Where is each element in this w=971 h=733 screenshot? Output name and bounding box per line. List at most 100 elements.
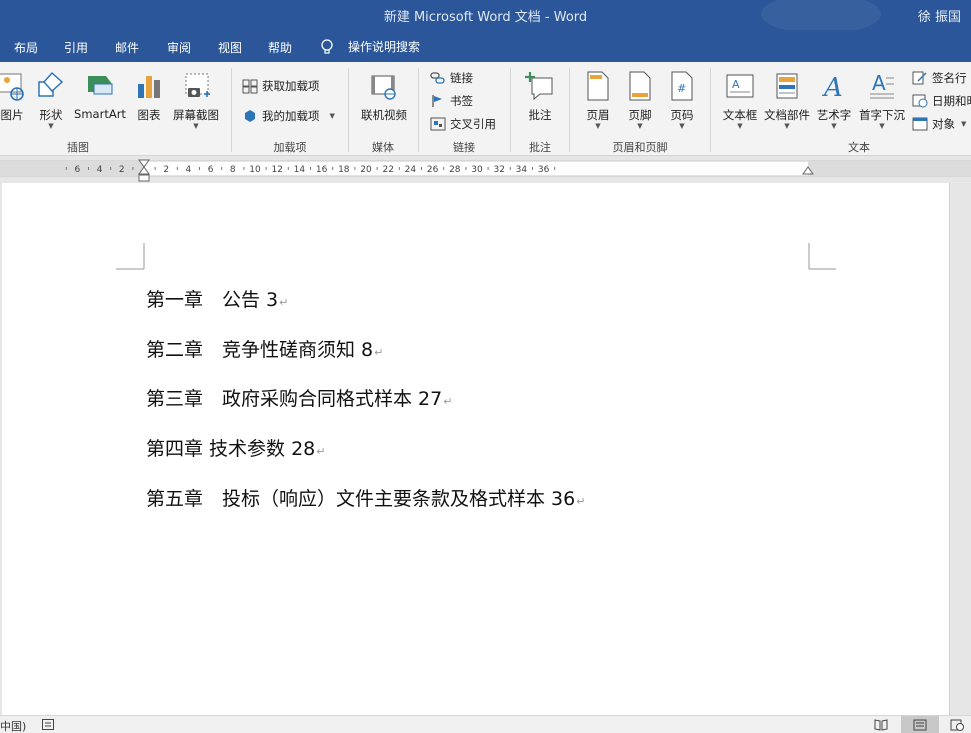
bookmark-label: 书签 — [450, 94, 473, 108]
header-label: 页眉 — [586, 108, 610, 122]
toc-line[interactable]: 第一章 公告 3↵ — [146, 285, 288, 312]
quick-parts-label: 文档部件 — [764, 108, 810, 122]
pictures-label: 图片 — [0, 108, 24, 122]
group-label-addins: 加载项 — [273, 141, 307, 154]
paragraph-mark: ↵ — [443, 395, 453, 408]
ruler-label: 6 — [208, 165, 214, 175]
cross-reference-button[interactable]: 交叉引用 — [430, 116, 496, 132]
print-layout-icon — [913, 719, 927, 731]
wordart-icon: A — [822, 73, 843, 103]
print-layout-view-button[interactable] — [901, 716, 939, 733]
bookmark-button[interactable]: 书签 — [430, 93, 473, 109]
page-number-button[interactable]: # 页码 ▼ — [662, 70, 702, 130]
quick-parts-icon — [776, 73, 798, 99]
header-button[interactable]: 页眉 ▼ — [578, 70, 618, 130]
user-name[interactable]: 徐 振国 — [918, 6, 961, 25]
document-page[interactable]: 第一章 公告 3↵ 第二章 竞争性磋商须知 8↵ 第三章 政府采购合同格式样本 … — [2, 183, 950, 715]
status-bar: 中国) — [0, 715, 971, 733]
chevron-down-icon: ▼ — [595, 122, 601, 130]
page-number-label: 页码 — [670, 108, 694, 122]
group-label-media: 媒体 — [372, 141, 394, 154]
online-video-label: 联机视频 — [361, 108, 407, 122]
shapes-button[interactable]: 形状 ▼ — [34, 70, 68, 130]
pictures-button[interactable]: 图片 — [0, 70, 32, 123]
addin-icon — [245, 110, 255, 122]
object-icon — [912, 117, 928, 131]
quick-parts-button[interactable]: 文档部件 ▼ — [762, 70, 812, 130]
smartart-button[interactable]: SmartArt — [72, 70, 128, 121]
ruler-label: 14 — [294, 165, 306, 175]
tab-view[interactable]: 视图 — [218, 39, 242, 56]
horizontal-ruler[interactable]: 6 4 2 2 4 6 8 10 12 14 16 18 20 22 24 26 28 30 32 34 36 — [0, 157, 971, 183]
macro-record-icon[interactable] — [42, 719, 54, 730]
video-icon — [371, 75, 396, 100]
drop-cap-label: 首字下沉 — [859, 108, 905, 122]
chevron-down-icon: ▼ — [679, 122, 685, 130]
textbox-button[interactable]: A 文本框 ▼ — [720, 70, 760, 130]
chevron-down-icon: ▼ — [784, 122, 790, 130]
get-addins-button[interactable]: 获取加载项 — [242, 78, 320, 94]
group-label-text: 文本 — [848, 141, 870, 154]
drop-cap-icon: A — [870, 71, 894, 99]
ruler-graphic: 6 4 2 2 4 6 8 10 12 14 16 18 20 22 24 26 28 30 32 34 36 — [0, 159, 971, 182]
new-comment-button[interactable]: 批注 — [520, 70, 560, 123]
wordart-button[interactable]: A 艺术字 ▼ — [814, 70, 854, 130]
paragraph-mark: ↵ — [374, 346, 384, 359]
group-label-header-footer: 页眉和页脚 — [612, 141, 668, 154]
svg-text:A: A — [732, 78, 740, 91]
signature-line-button[interactable]: 签名行 — [912, 70, 967, 86]
ruler-label: 4 — [97, 165, 103, 175]
online-video-button[interactable]: 联机视频 — [356, 70, 412, 123]
chevron-down-icon: ▼ — [329, 112, 335, 120]
calendar-clock-icon — [912, 94, 928, 108]
toc-line[interactable]: 第四章 技术参数 28↵ — [146, 434, 325, 461]
web-layout-icon[interactable] — [950, 719, 964, 731]
picture-icon — [0, 73, 24, 101]
tab-review[interactable]: 审阅 — [167, 39, 191, 56]
crop-mark-top-right — [808, 243, 836, 270]
toc-line[interactable]: 第五章 投标（响应）文件主要条款及格式样本 36↵ — [146, 484, 585, 511]
tab-help[interactable]: 帮助 — [268, 39, 292, 56]
read-mode-icon[interactable] — [874, 719, 888, 731]
ribbon: 图片 形状 ▼ SmartArt 图表 屏幕截图 ▼ 插图 获取加载项 我的加载… — [0, 62, 971, 156]
chevron-down-icon: ▼ — [48, 122, 54, 130]
toc-line[interactable]: 第二章 竞争性磋商须知 8↵ — [146, 335, 383, 362]
ruler-label: 10 — [249, 165, 261, 175]
paragraph-mark: ↵ — [316, 445, 326, 458]
link-button[interactable]: 链接 — [430, 70, 473, 86]
language-indicator[interactable]: 中国) — [0, 718, 26, 733]
drop-cap-button[interactable]: A 首字下沉 ▼ — [856, 70, 908, 130]
date-time-label: 日期和时 — [932, 94, 971, 108]
svg-text:A: A — [872, 71, 886, 95]
cross-reference-icon — [430, 117, 446, 131]
signature-line-label: 签名行 — [932, 71, 967, 85]
screenshot-icon — [185, 73, 210, 97]
screenshot-button[interactable]: 屏幕截图 ▼ — [170, 70, 222, 130]
ruler-label: 22 — [382, 165, 393, 175]
ruler-label: 2 — [163, 165, 169, 175]
chart-button[interactable]: 图表 — [132, 70, 166, 123]
header-icon — [587, 71, 609, 101]
shapes-icon — [38, 71, 64, 97]
page-number-icon: # — [671, 71, 693, 101]
footer-button[interactable]: 页脚 ▼ — [620, 70, 660, 130]
ruler-label: 18 — [338, 165, 350, 175]
tab-references[interactable]: 引用 — [64, 39, 88, 56]
store-icon — [242, 79, 258, 94]
comment-icon — [525, 72, 553, 101]
ruler-label: 30 — [471, 165, 483, 175]
left-indent-marker[interactable] — [138, 174, 150, 182]
chevron-down-icon: ▼ — [193, 122, 199, 130]
chevron-down-icon: ▼ — [831, 122, 837, 130]
link-label: 链接 — [450, 71, 473, 85]
tell-me-search[interactable]: 操作说明搜索 — [320, 38, 420, 55]
ruler-label: 20 — [360, 165, 372, 175]
get-addins-label: 获取加载项 — [262, 79, 320, 93]
date-time-button[interactable]: 日期和时 — [912, 93, 971, 109]
tab-layout[interactable]: 布局 — [14, 39, 38, 56]
toc-line[interactable]: 第三章 政府采购合同格式样本 27↵ — [146, 384, 452, 411]
ruler-label: 6 — [75, 165, 81, 175]
object-button[interactable]: 对象 ▼ — [912, 116, 966, 132]
my-addins-button[interactable]: 我的加载项 ▼ — [242, 108, 335, 124]
tab-mailings[interactable]: 邮件 — [115, 39, 139, 56]
